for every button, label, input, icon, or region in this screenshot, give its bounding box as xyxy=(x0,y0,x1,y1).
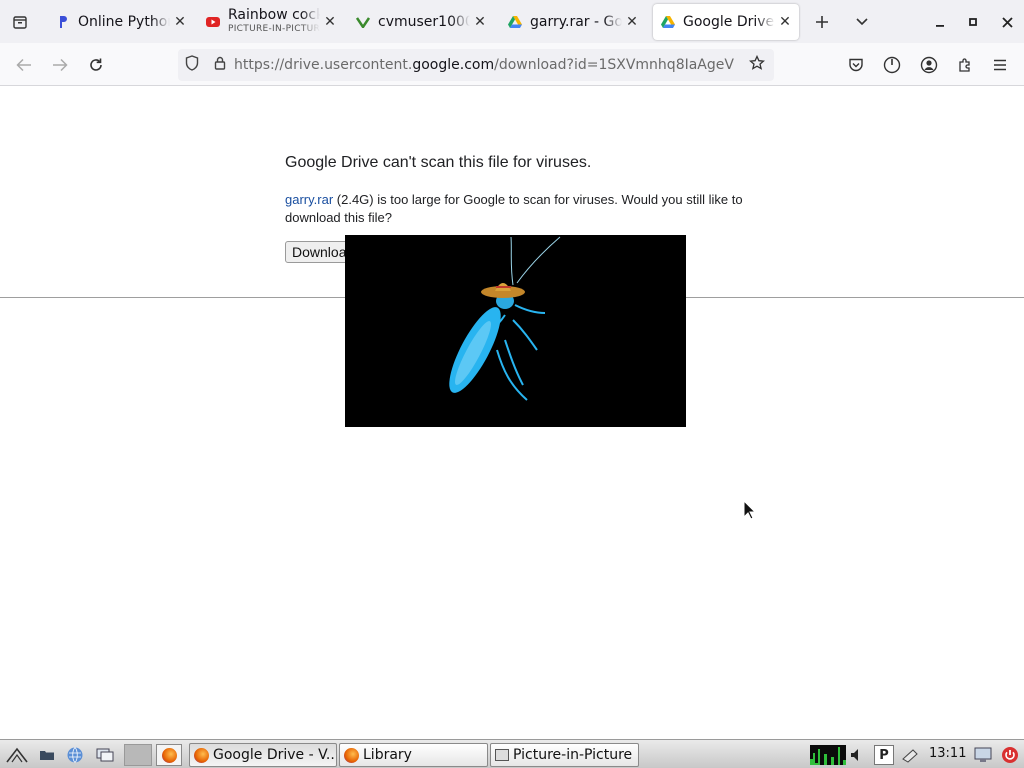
network-icon[interactable] xyxy=(900,745,920,765)
tab-close-icon[interactable]: ✕ xyxy=(622,14,642,30)
lock-icon[interactable] xyxy=(206,56,234,74)
menu-icon[interactable] xyxy=(985,50,1015,80)
account-icon[interactable] xyxy=(914,50,944,80)
tab-title: Online Python xyxy=(78,14,170,30)
cockroach-video-frame xyxy=(449,236,561,401)
tab-close-icon[interactable]: ✕ xyxy=(470,14,490,30)
task-label: Library xyxy=(363,747,412,763)
window-icon xyxy=(495,749,509,761)
task-label: Google Drive - V... xyxy=(213,747,337,763)
task-library[interactable]: Library xyxy=(339,743,488,767)
new-tab-icon[interactable] xyxy=(806,6,838,38)
start-menu-icon[interactable] xyxy=(6,744,28,766)
task-google-drive[interactable]: Google Drive - V... xyxy=(189,743,337,767)
url-domain: google.com xyxy=(412,57,495,73)
tab-close-icon[interactable]: ✕ xyxy=(170,14,190,30)
tab-subtitle: PICTURE-IN-PICTURE xyxy=(228,24,320,34)
google-drive-favicon-icon xyxy=(661,15,675,29)
page-content: Google Drive can't scan this file for vi… xyxy=(0,87,1024,739)
tab-strip: Online Python ✕ Rainbow cock PICTURE-IN-… xyxy=(0,0,1024,43)
power-icon[interactable] xyxy=(1000,745,1020,765)
firefox-launcher-icon[interactable] xyxy=(156,744,182,766)
task-label: Picture-in-Picture xyxy=(513,747,633,763)
sync-icon[interactable] xyxy=(877,50,907,80)
maximize-window-icon[interactable] xyxy=(959,8,987,36)
web-browser-icon[interactable] xyxy=(64,744,86,766)
tab-online-python[interactable]: Online Python ✕ xyxy=(48,4,194,40)
firefox-icon xyxy=(194,747,209,763)
screen-lock-icon[interactable] xyxy=(973,745,993,765)
warning-text: (2.4G) is too large for Google to scan f… xyxy=(285,192,743,225)
tab-title: Rainbow cock xyxy=(228,8,320,23)
pocket-icon[interactable] xyxy=(841,50,871,80)
google-drive-favicon-icon xyxy=(508,15,522,29)
mouse-cursor-icon xyxy=(743,500,757,520)
task-picture-in-picture[interactable]: Picture-in-Picture xyxy=(490,743,639,767)
tab-close-icon[interactable]: ✕ xyxy=(320,14,340,30)
bookmark-star-icon[interactable] xyxy=(740,54,774,75)
taskbar-clock[interactable]: 13:11 xyxy=(929,746,966,761)
url-text[interactable]: https://drive.usercontent.google.com/dow… xyxy=(234,57,740,73)
tab-cvmuser[interactable]: cvmuser1000 ✕ xyxy=(348,4,494,40)
youtube-favicon-icon xyxy=(206,15,220,29)
tab-title: cvmuser1000 xyxy=(378,14,470,30)
back-icon[interactable] xyxy=(9,50,39,80)
tracking-protection-icon[interactable] xyxy=(178,55,206,75)
tab-close-icon[interactable]: ✕ xyxy=(775,14,795,30)
volume-icon[interactable] xyxy=(848,745,868,765)
cpu-monitor-graph xyxy=(810,745,846,765)
url-bar[interactable]: https://drive.usercontent.google.com/dow… xyxy=(178,49,774,81)
extensions-icon[interactable] xyxy=(950,50,980,80)
firefox-icon xyxy=(344,747,359,763)
url-path: /download?id=1SXVmnhq8IaAgeV xyxy=(494,57,734,73)
firefox-view-icon[interactable] xyxy=(4,6,36,38)
taskbar: Google Drive - V... Library Picture-in-P… xyxy=(0,739,1024,768)
file-name-link[interactable]: garry.rar xyxy=(285,192,333,207)
parcellite-icon[interactable]: P xyxy=(874,745,894,765)
tab-title: garry.rar - Go xyxy=(530,14,622,30)
cvm-favicon-icon xyxy=(356,15,370,29)
page-heading: Google Drive can't scan this file for vi… xyxy=(285,154,592,171)
close-window-icon[interactable] xyxy=(993,8,1021,36)
tab-title: Google Drive xyxy=(683,14,775,30)
reload-icon[interactable] xyxy=(81,50,111,80)
tab-garry-rar[interactable]: garry.rar - Go ✕ xyxy=(500,4,646,40)
url-prefix: https://drive.usercontent. xyxy=(234,57,413,73)
scan-warning-message: garry.rar (2.4G) is too large for Google… xyxy=(285,191,755,227)
file-manager-icon[interactable] xyxy=(36,744,58,766)
navigation-toolbar: https://drive.usercontent.google.com/dow… xyxy=(0,43,1024,86)
picture-in-picture-video[interactable] xyxy=(345,235,686,427)
show-desktop-icon[interactable] xyxy=(94,744,116,766)
forward-icon[interactable] xyxy=(45,50,75,80)
python-favicon-icon xyxy=(56,15,70,29)
desktop-pager[interactable] xyxy=(124,744,152,766)
list-all-tabs-icon[interactable] xyxy=(846,6,878,38)
tab-rainbow[interactable]: Rainbow cock PICTURE-IN-PICTURE ✕ xyxy=(198,4,344,40)
tab-google-drive[interactable]: Google Drive ✕ xyxy=(653,4,799,40)
minimize-window-icon[interactable] xyxy=(926,8,954,36)
